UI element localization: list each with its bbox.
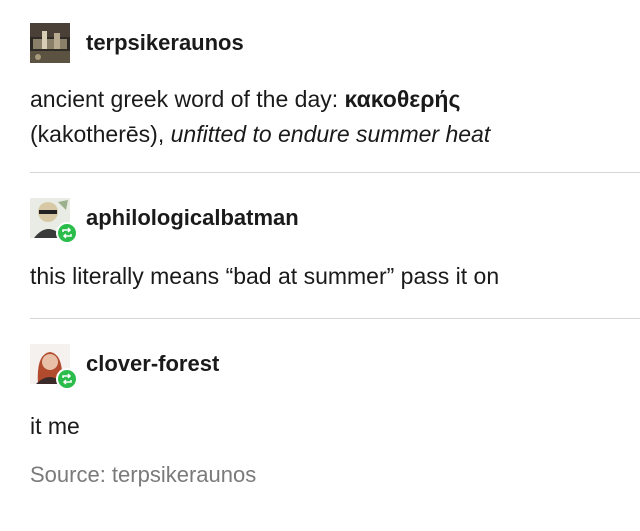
post-reblog: aphilologicalbatman this literally means… [0,173,640,294]
username[interactable]: aphilologicalbatman [86,205,299,231]
post-body: ancient greek word of the day: κακοθερής… [30,82,630,152]
reblog-icon [56,368,78,390]
source-link[interactable]: Source: terpsikeraunos [30,462,630,488]
avatar[interactable] [30,198,78,244]
post-original: terpsikeraunos ancient greek word of the… [0,0,640,152]
post-body: it me [30,413,80,439]
post-body: this literally means “bad at summer” pas… [30,263,500,289]
avatar-image-icon [30,23,70,63]
username[interactable]: terpsikeraunos [86,30,244,56]
post-header: terpsikeraunos [30,20,630,66]
avatar[interactable] [30,344,78,390]
greek-word: κακοθερής [344,86,461,112]
post-header: clover-forest [30,341,630,390]
definition: unfitted to endure summer heat [170,121,491,147]
post-reblog: clover-forest it me Source: terpsikeraun… [0,319,640,488]
transliteration: (kakotherēs), [30,121,171,147]
post-body-line2: (kakotherēs), unfitted to endure summer … [30,117,630,152]
username[interactable]: clover-forest [86,351,219,377]
post-text: ancient greek word of the day: [30,86,345,112]
post-header: aphilologicalbatman [30,195,630,244]
avatar[interactable] [30,23,70,63]
reblog-icon [56,222,78,244]
post-body-line1: ancient greek word of the day: κακοθερής [30,82,630,117]
